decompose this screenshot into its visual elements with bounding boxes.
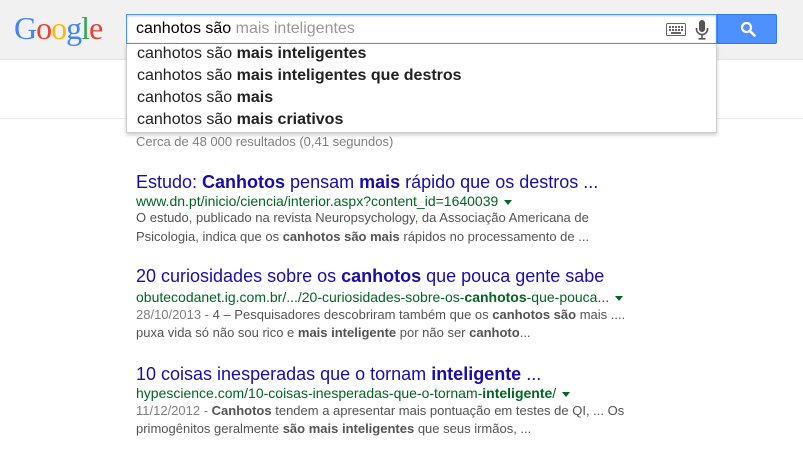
highlight-text: canhotos são mais (282, 229, 400, 244)
microphone-icon[interactable] (695, 20, 709, 40)
search-typed-text: canhotos são (136, 20, 232, 37)
logo-letter: l (81, 10, 90, 46)
result-url: obutecodanet.ig.com.br/.../20-curiosidad… (136, 289, 624, 305)
highlight-text: canhotos (341, 266, 422, 286)
highlight-text: canhoto (469, 325, 520, 340)
autocomplete-dropdown: canhotos são mais inteligentes canhotos … (126, 44, 717, 133)
result-url: hypescience.com/10-coisas-inesperadas-qu… (136, 385, 571, 401)
text-run: / (552, 385, 557, 401)
text-run: obutecodanet.ig.com.br/.../20-curiosidad… (136, 289, 465, 305)
highlight-text: mais (359, 172, 401, 192)
text-run: hypescience.com/10-coisas-inesperadas-qu… (136, 385, 483, 401)
highlight-text: canhotos (464, 289, 527, 305)
result-date: 11/12/2012 - (136, 403, 212, 418)
text-run: puxa vida só não sou rico e (136, 325, 298, 340)
result-url: www.dn.pt/inicio/ciencia/interior.aspx?c… (136, 193, 513, 209)
search-button[interactable] (717, 14, 777, 44)
result-snippet-line: primogênitos geralmente são mais intelig… (136, 420, 531, 438)
google-logo[interactable]: Google (14, 10, 103, 46)
highlight-text: mais inteligente (297, 325, 397, 340)
suggestion-item[interactable]: canhotos são mais inteligentes que destr… (137, 67, 462, 85)
result-snippet-line: 11/12/2012 - Canhotos tendem a apresenta… (136, 402, 624, 420)
result-title-link[interactable]: 10 coisas inesperadas que o tornam intel… (136, 364, 541, 385)
search-input[interactable]: canhotos são mais inteligentes (126, 14, 717, 44)
highlight-text: Canhotos (202, 172, 286, 192)
search-query[interactable]: canhotos são mais inteligentes (136, 20, 355, 38)
search-autocomplete-hint: mais inteligentes (235, 20, 355, 37)
logo-letter: o (51, 10, 67, 46)
highlight-text: canhotos são (492, 307, 577, 322)
text-run: tendem a apresentar mais pontuação em te… (271, 403, 625, 418)
text-run: que pouca gente sabe (421, 266, 605, 286)
result-date: 28/10/2013 - (136, 307, 213, 322)
dropdown-arrow-icon[interactable] (615, 295, 624, 301)
dropdown-arrow-icon[interactable] (562, 391, 571, 397)
dropdown-arrow-icon[interactable] (504, 199, 513, 205)
result-title-link[interactable]: Estudo: Canhotos pensam mais rápido que … (136, 172, 598, 193)
result-snippet-line: Psicologia, indica que os canhotos são m… (136, 228, 589, 246)
highlight-text: são mais inteligentes (282, 421, 415, 436)
highlight-text: inteligente (482, 385, 553, 401)
result-snippet-line: puxa vida só não sou rico e mais intelig… (136, 324, 531, 342)
result-snippet-line: 28/10/2013 - 4 – Pesquisadores descobrir… (136, 306, 625, 324)
text-run: por não ser (396, 325, 470, 340)
text-run: www.dn.pt/inicio/ciencia/interior.aspx?c… (136, 193, 499, 209)
text-run: Psicologia, indica que os (136, 229, 283, 244)
logo-letter: G (14, 10, 37, 46)
suggestion-item[interactable]: canhotos são mais (137, 89, 273, 107)
text-run: mais .... (576, 307, 626, 322)
text-run: que seus irmãos, ... (414, 421, 532, 436)
keyboard-icon[interactable] (666, 23, 686, 36)
highlight-text: inteligente (431, 364, 522, 384)
text-run: 20 curiosidades sobre os (136, 266, 342, 286)
magnifier-icon (740, 21, 756, 37)
result-snippet-line: O estudo, publicado na revista Neuropsyc… (136, 209, 589, 227)
text-run: rápido que os destros ... (400, 172, 599, 192)
text-run: ... (519, 325, 531, 340)
text-run: pensam (285, 172, 360, 192)
text-run: ... (521, 364, 542, 384)
suggestion-item[interactable]: canhotos são mais criativos (137, 111, 343, 129)
text-run: Estudo: (136, 172, 203, 192)
text-run: primogênitos geralmente (136, 421, 283, 436)
text-run: 10 coisas inesperadas que o tornam (136, 364, 432, 384)
logo-letter: g (66, 10, 82, 46)
logo-letter: o (36, 10, 52, 46)
result-title-link[interactable]: 20 curiosidades sobre os canhotos que po… (136, 266, 604, 287)
text-run: O estudo, publicado na revista Neuropsyc… (136, 210, 589, 225)
result-stats: Cerca de 48 000 resultados (0,41 segundo… (136, 134, 394, 149)
logo-letter: e (89, 10, 103, 46)
text-run: -que-pouca... (526, 289, 610, 305)
highlight-text: Canhotos (211, 403, 272, 418)
text-run: rápidos no processamento de ... (399, 229, 590, 244)
text-run: 4 – Pesquisadores descobriram também que… (212, 307, 493, 322)
suggestion-item[interactable]: canhotos são mais inteligentes (137, 45, 366, 63)
